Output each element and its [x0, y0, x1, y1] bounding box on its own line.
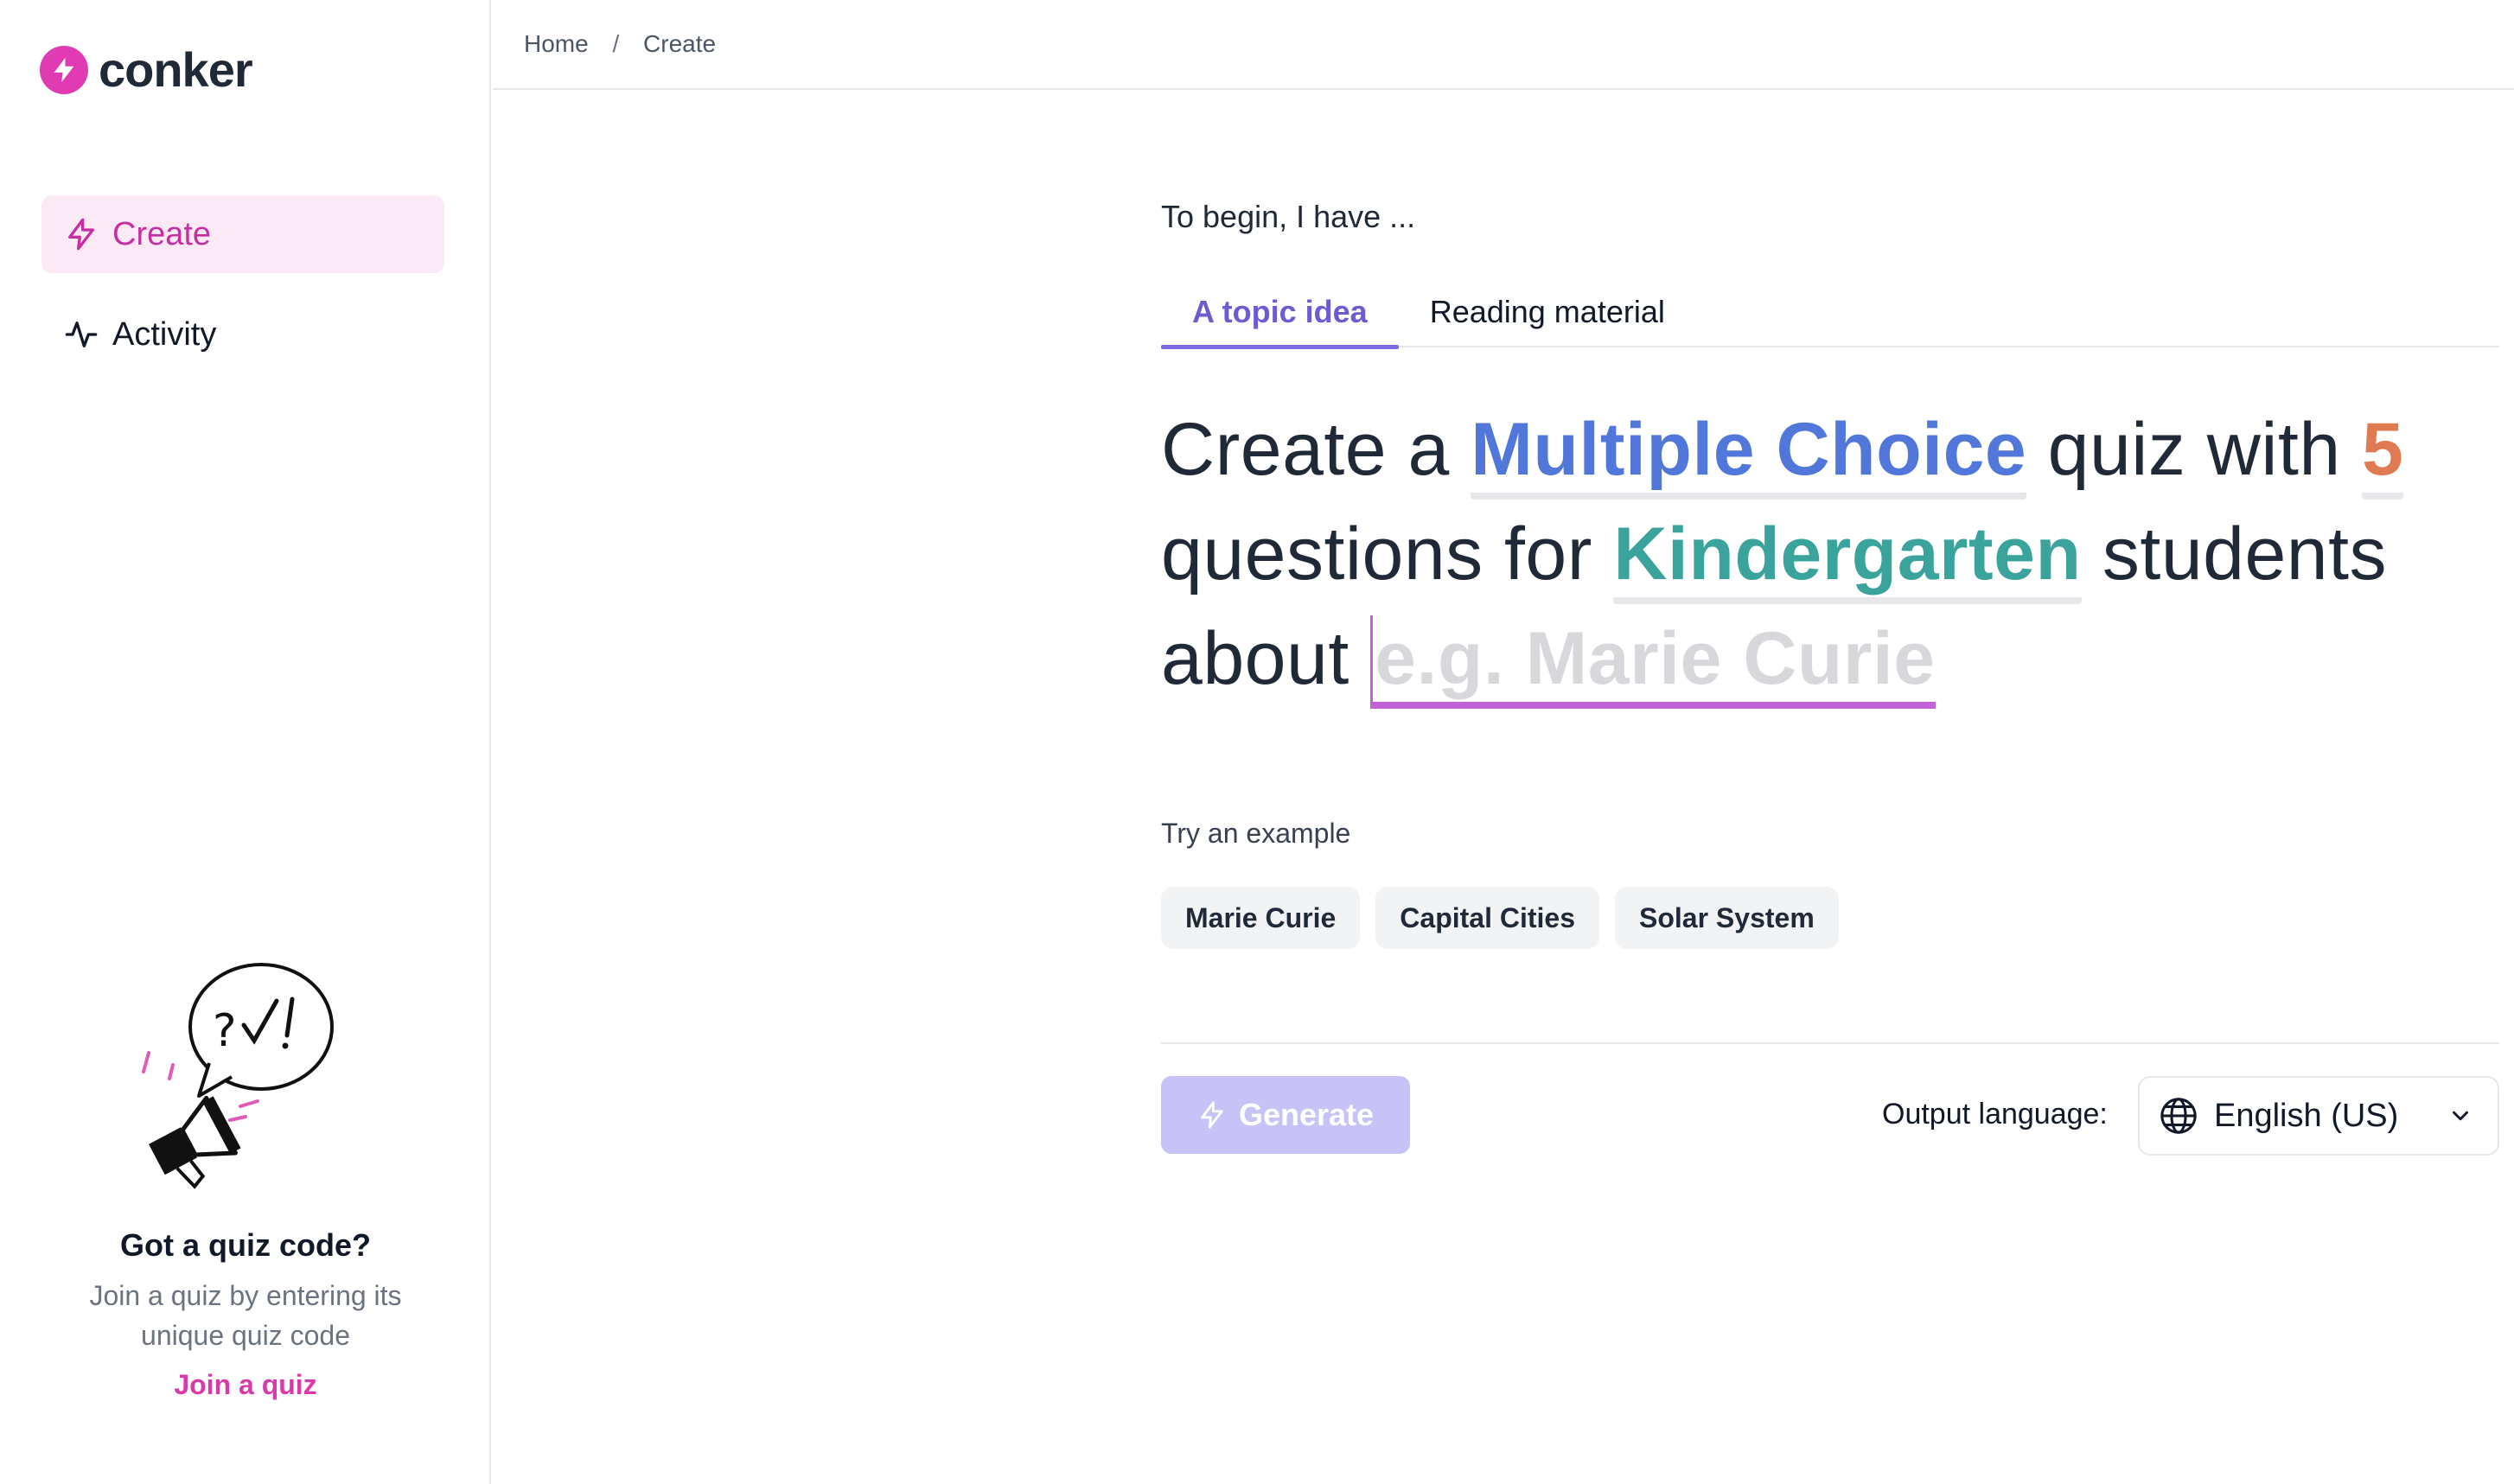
example-chip-capital-cities[interactable]: Capital Cities [1375, 887, 1599, 949]
sidebar-item-label: Activity [112, 315, 217, 353]
prompt-text: quiz with [2047, 408, 2341, 491]
quiz-prompt-sentence: Create a Multiple Choice quiz with 5 que… [1161, 398, 2499, 711]
grade-level-selector[interactable]: Kindergarten [1613, 511, 2082, 604]
promo-title: Got a quiz code? [119, 1227, 371, 1263]
example-chip-marie-curie[interactable]: Marie Curie [1161, 887, 1361, 949]
output-language-select[interactable]: English (US) [2138, 1076, 2499, 1156]
topic-input[interactable]: e.g. Marie Curie [1370, 615, 1936, 709]
question-count-selector[interactable]: 5 [2362, 406, 2404, 500]
prompt-text: about [1161, 617, 1350, 700]
activity-icon [65, 322, 98, 347]
tab-topic-idea[interactable]: A topic idea [1161, 277, 1399, 349]
prompt-text: Create a [1161, 408, 1450, 491]
output-language-label: Output language: [1882, 1098, 2108, 1131]
logo[interactable]: conker [40, 41, 253, 98]
breadcrumb-separator: / [612, 30, 620, 57]
svg-text:?: ? [213, 1005, 237, 1057]
sidebar-item-create[interactable]: Create [41, 195, 444, 273]
generate-button[interactable]: Generate [1161, 1076, 1410, 1154]
examples-label: Try an example [1161, 818, 1351, 849]
question-type-selector[interactable]: Multiple Choice [1471, 406, 2027, 500]
brand-name: conker [99, 42, 253, 97]
generate-label: Generate [1238, 1097, 1375, 1132]
megaphone-speech-bubble-illustration: ? [142, 963, 334, 1189]
sidebar-nav: Create Activity [41, 195, 444, 396]
logo-bolt-icon [40, 45, 88, 94]
source-tabs: A topic idea Reading material [1161, 277, 2499, 349]
globe-icon [2160, 1098, 2197, 1134]
promo-text: Join a quiz by entering its unique quiz … [89, 1280, 402, 1351]
prompt-text: students [2102, 513, 2388, 596]
sidebar-item-activity[interactable]: Activity [41, 296, 444, 373]
bolt-icon [1201, 1101, 1223, 1129]
join-quiz-link[interactable]: Join a quiz [174, 1369, 316, 1401]
bolt-icon [68, 218, 95, 251]
quiz-code-promo: ? Got a quiz code? Join a quiz by enteri… [0, 951, 491, 1401]
tab-reading-material[interactable]: Reading material [1399, 277, 1696, 347]
breadcrumb-home[interactable]: Home [524, 30, 589, 57]
sidebar: conker Create Activity ? Got a quiz code… [0, 0, 491, 1484]
breadcrumb: Home / Create [524, 30, 716, 58]
breadcrumb-current: Create [643, 30, 717, 57]
sidebar-item-label: Create [112, 215, 212, 252]
divider [1161, 1042, 2499, 1044]
intro-text: To begin, I have ... [1161, 199, 1416, 234]
chevron-down-icon [2453, 1111, 2468, 1121]
output-language-value: English (US) [2214, 1097, 2399, 1134]
create-panel: To begin, I have ... A topic idea Readin… [1161, 0, 2499, 1484]
prompt-text: questions for [1161, 513, 1592, 596]
example-chip-solar-system[interactable]: Solar System [1615, 887, 1839, 949]
example-chips: Marie Curie Capital Cities Solar System [1161, 887, 1854, 949]
